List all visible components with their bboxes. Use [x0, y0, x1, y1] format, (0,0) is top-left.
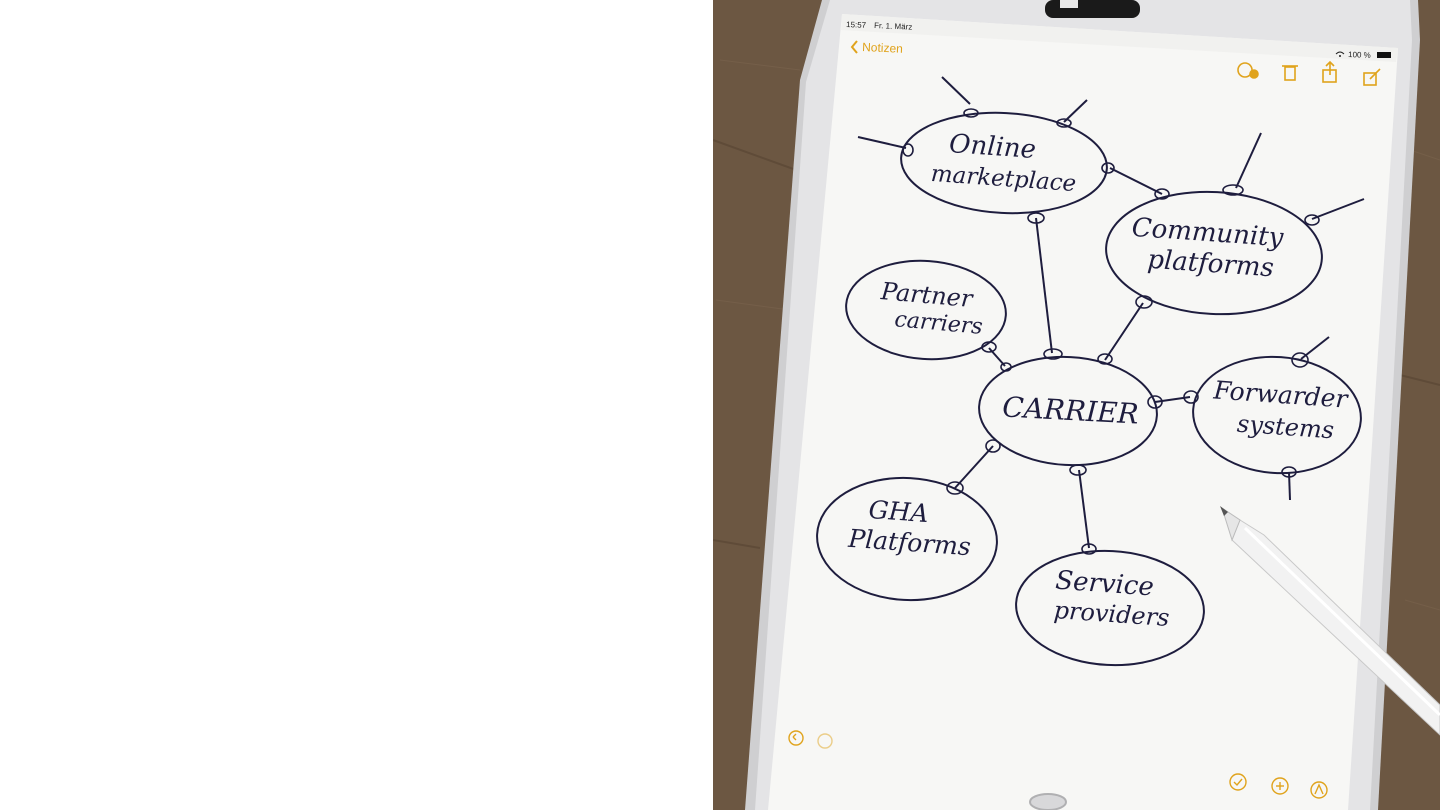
back-label: Notizen [862, 40, 903, 56]
status-date: Fr. 1. März [874, 21, 913, 32]
label-online: Online [948, 129, 1037, 165]
status-time: 15:57 [846, 20, 867, 30]
ipad-photo: 15:57 Fr. 1. März 100 % Notizen Online m… [713, 0, 1440, 810]
home-button[interactable] [1029, 793, 1067, 810]
label-gha: GHA [868, 495, 930, 528]
status-battery: 100 % [1348, 50, 1371, 60]
blank-white-panel [0, 0, 713, 810]
battery-icon [1377, 52, 1391, 58]
